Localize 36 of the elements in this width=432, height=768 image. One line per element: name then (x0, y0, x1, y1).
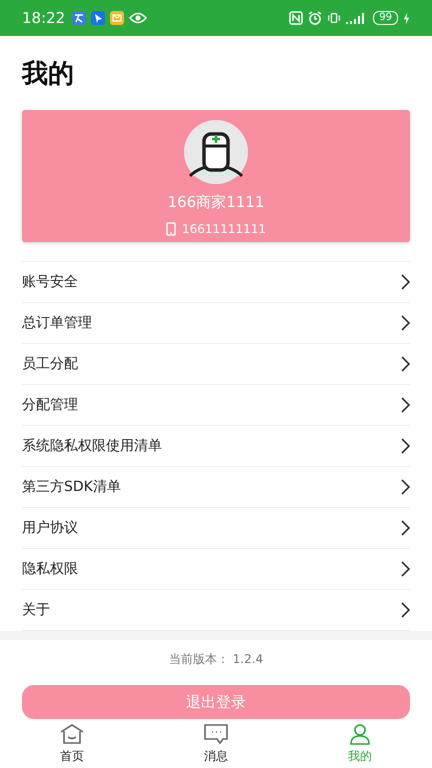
phone-number: 16611111111 (182, 222, 266, 236)
menu-item[interactable]: 系统隐私权限使用清单 (22, 426, 410, 467)
menu-item[interactable]: 用户协议 (22, 508, 410, 549)
avatar-icon (184, 120, 248, 184)
profile-name: 166商家1111 (168, 193, 264, 212)
chevron-right-icon (400, 561, 410, 577)
menu-item[interactable]: 第三方SDK清单 (22, 467, 410, 508)
vibrate-icon (327, 11, 342, 25)
alarm-icon (308, 11, 322, 25)
chevron-right-icon (400, 479, 410, 495)
chevron-right-icon (400, 602, 410, 618)
battery-level: 99 (373, 11, 398, 25)
version-text: 当前版本： 1.2.4 (168, 651, 264, 668)
chevron-right-icon (400, 356, 410, 372)
menu-item[interactable]: 账号安全 (22, 262, 410, 303)
chevron-right-icon (400, 274, 410, 290)
menu-item[interactable]: 隐私权限 (22, 549, 410, 590)
chevron-right-icon (400, 520, 410, 536)
tab[interactable]: 消息 (171, 719, 261, 768)
menu-item[interactable]: 总订单管理 (22, 303, 410, 344)
status-time: 18:22 (22, 9, 66, 27)
user-icon (347, 723, 373, 745)
tab[interactable]: 首页 (27, 719, 117, 768)
phone-icon (166, 222, 176, 236)
chevron-right-icon (400, 397, 410, 413)
home-icon (59, 723, 85, 745)
eye-icon (129, 12, 148, 24)
charging-icon (403, 12, 410, 24)
chevron-right-icon (400, 315, 410, 331)
mail-icon (110, 11, 124, 25)
menu-item[interactable]: 员工分配 (22, 344, 410, 385)
nfc-icon (289, 11, 304, 25)
page-title: 我的 (20, 58, 75, 91)
chevron-right-icon (400, 438, 410, 454)
menu-item[interactable]: 分配管理 (22, 385, 410, 426)
message-icon (203, 723, 229, 745)
